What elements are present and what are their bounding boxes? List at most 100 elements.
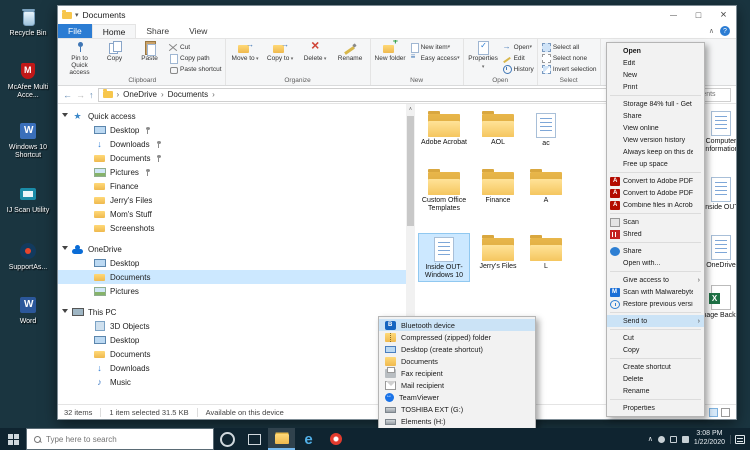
file-item[interactable]: L — [521, 234, 571, 272]
app-red-button[interactable] — [322, 428, 349, 450]
taskbar-search-input[interactable] — [44, 434, 207, 445]
desktop-icon-supportassist[interactable]: SupportAs... — [3, 242, 53, 272]
context-menu-item[interactable]: Open with... — [607, 257, 704, 269]
pin-to-quick-access-button[interactable]: Pin to Quick access — [63, 40, 96, 75]
context-menu-item[interactable]: Storage 84% full - Get more — [607, 98, 704, 110]
nav-moms-stuff[interactable]: Mom's Stuff — [58, 207, 415, 221]
scrollbar-thumb[interactable] — [407, 116, 414, 226]
nav-onedrive-documents[interactable]: Documents — [58, 270, 415, 284]
nav-music[interactable]: Music — [58, 375, 415, 389]
tray-icon[interactable] — [682, 436, 689, 443]
context-menu-item[interactable]: Copy — [607, 344, 704, 356]
details-view-button[interactable] — [709, 408, 718, 417]
cut-button[interactable]: Cut — [168, 42, 222, 52]
context-menu-item[interactable]: Give access to — [607, 274, 704, 286]
send-to-item[interactable]: Elements (H:) — [379, 415, 535, 427]
task-view-button[interactable] — [241, 428, 268, 450]
context-menu-item[interactable]: Convert to Adobe PDF — [607, 175, 704, 187]
breadcrumb-onedrive[interactable]: OneDrive — [123, 90, 157, 99]
nav-onedrive-desktop[interactable]: Desktop — [58, 256, 415, 270]
nav-pc-downloads[interactable]: Downloads — [58, 361, 415, 375]
edge-button[interactable] — [295, 428, 322, 450]
thumbnails-view-button[interactable] — [721, 408, 730, 417]
context-menu-item[interactable]: Open — [607, 45, 704, 57]
back-button[interactable] — [63, 90, 72, 100]
context-menu-item[interactable]: Print — [607, 81, 704, 93]
send-to-item[interactable]: Fax recipient — [379, 367, 535, 379]
new-folder-button[interactable]: New folder — [374, 40, 407, 75]
cortana-button[interactable] — [214, 428, 241, 450]
context-menu-item[interactable]: Restore previous versions — [607, 298, 704, 310]
tab-file[interactable]: File — [58, 24, 92, 38]
context-menu-item[interactable]: Cut — [607, 332, 704, 344]
context-menu-item[interactable]: Rename — [607, 385, 704, 397]
quick-access-toolbar-arrow-icon[interactable] — [75, 11, 79, 19]
desktop-icon-recycle-bin[interactable]: Recycle Bin — [3, 8, 53, 38]
nav-pc-desktop[interactable]: Desktop — [58, 333, 415, 347]
nav-onedrive[interactable]: OneDrive — [58, 242, 415, 256]
breadcrumb-documents[interactable]: Documents — [168, 90, 208, 99]
send-to-item[interactable]: Mail recipient — [379, 379, 535, 391]
file-item[interactable]: Finance — [473, 168, 523, 206]
nav-onedrive-pictures[interactable]: Pictures — [58, 284, 415, 298]
send-to-item[interactable]: TeamViewer — [379, 391, 535, 403]
file-item[interactable]: Custom Office Templates — [419, 168, 469, 214]
scrollbar-up-icon[interactable] — [406, 104, 415, 114]
properties-button[interactable]: Properties — [467, 40, 500, 75]
copy-button[interactable]: Copy — [98, 40, 131, 75]
paste-button[interactable]: Paste — [133, 40, 166, 75]
start-button[interactable] — [0, 428, 26, 450]
context-menu-item[interactable]: Free up space — [607, 158, 704, 170]
file-item[interactable]: A — [521, 168, 571, 206]
address-bar[interactable]: OneDrive Documents — [98, 88, 625, 102]
context-menu-item[interactable]: Share — [607, 110, 704, 122]
action-center-button[interactable] — [730, 435, 748, 444]
send-to-item[interactable]: Desktop (create shortcut) — [379, 343, 535, 355]
forward-button[interactable] — [76, 90, 85, 100]
context-menu-item[interactable]: Shred — [607, 228, 704, 240]
file-item[interactable]: AOL — [473, 110, 523, 148]
send-to-item[interactable]: TOSHIBA EXT (G:) — [379, 403, 535, 415]
context-menu-item[interactable]: Create shortcut — [607, 361, 704, 373]
minimize-button[interactable] — [661, 6, 686, 24]
history-button[interactable]: History — [502, 64, 534, 74]
tab-view[interactable]: View — [179, 24, 217, 38]
file-item[interactable]: ac — [521, 110, 571, 149]
close-button[interactable] — [711, 6, 736, 24]
easy-access-button[interactable]: Easy access — [409, 53, 460, 63]
tab-home[interactable]: Home — [92, 24, 137, 38]
copy-to-button[interactable]: Copy to — [264, 40, 297, 75]
show-hidden-icons-button[interactable] — [648, 435, 653, 443]
open-button[interactable]: Open — [502, 42, 534, 52]
send-to-item[interactable]: Compressed (zipped) folder — [379, 331, 535, 343]
context-menu-item[interactable]: Combine files in Acrobat... — [607, 199, 704, 211]
send-to-item[interactable]: Documents — [379, 355, 535, 367]
nav-downloads[interactable]: Downloads — [58, 137, 415, 151]
nav-3d-objects[interactable]: 3D Objects — [58, 319, 415, 333]
context-menu-item[interactable]: Always keep on this device — [607, 146, 704, 158]
invert-selection-button[interactable]: Invert selection — [541, 64, 597, 74]
new-item-button[interactable]: New item — [409, 42, 460, 52]
context-menu-item[interactable]: Edit — [607, 57, 704, 69]
delete-button[interactable]: Delete — [299, 40, 332, 75]
file-item[interactable]: Inside OUT-Windows 10 — [419, 234, 469, 281]
nav-quick-access[interactable]: Quick access — [58, 109, 415, 123]
tray-icon[interactable] — [670, 436, 677, 443]
context-menu-item[interactable]: Delete — [607, 373, 704, 385]
file-explorer-button[interactable] — [268, 428, 295, 450]
desktop-icon-windows10-shortcut[interactable]: Windows 10 Shortcut — [3, 122, 53, 160]
nav-desktop[interactable]: Desktop — [58, 123, 415, 137]
taskbar-search-box[interactable] — [26, 428, 214, 450]
maximize-button[interactable] — [686, 6, 711, 24]
nav-finance[interactable]: Finance — [58, 179, 415, 193]
nav-pictures[interactable]: Pictures — [58, 165, 415, 179]
rename-button[interactable]: Rename — [334, 40, 367, 75]
copy-path-button[interactable]: Copy path — [168, 53, 222, 63]
select-none-button[interactable]: Select none — [541, 53, 597, 63]
context-menu-item[interactable]: Properties — [607, 402, 704, 414]
send-to-item[interactable]: Bluetooth device — [379, 319, 535, 331]
up-button[interactable] — [89, 90, 94, 100]
desktop-icon-word[interactable]: Word — [3, 296, 53, 326]
help-icon[interactable] — [720, 26, 730, 36]
nav-documents[interactable]: Documents — [58, 151, 415, 165]
